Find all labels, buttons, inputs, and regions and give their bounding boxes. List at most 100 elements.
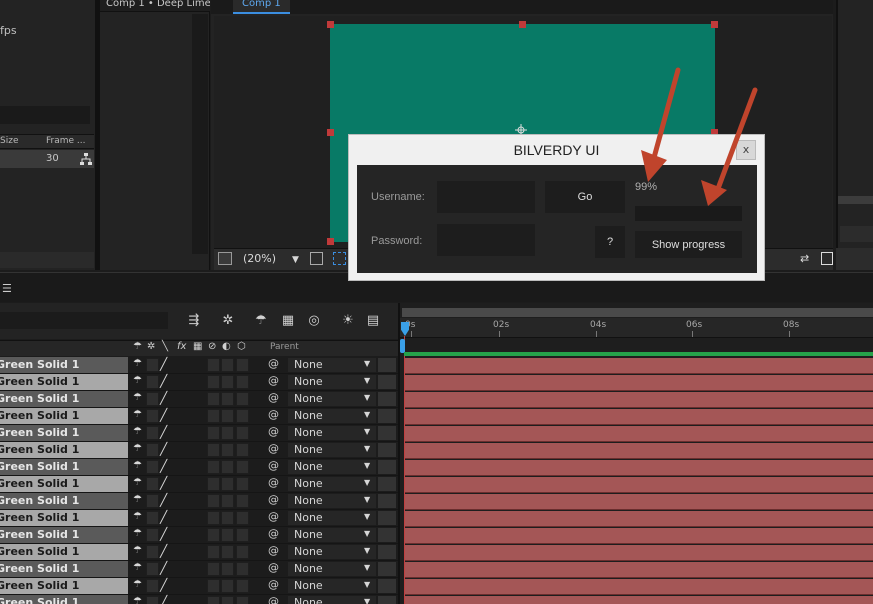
motion-blur-switch[interactable] xyxy=(207,460,220,474)
layer-name-cell[interactable]: Green Solid 1 xyxy=(0,510,128,526)
collapse-switch[interactable] xyxy=(146,358,159,372)
snapshot-icon[interactable] xyxy=(218,252,232,265)
quality-switch-icon[interactable]: ╱ xyxy=(160,544,167,558)
flowchart-scrollbar[interactable] xyxy=(192,14,208,254)
layer-row[interactable]: Green Solid 1 ☂ ╱ @ None ▼ xyxy=(0,408,398,425)
parent-pickwhip-icon[interactable]: @ xyxy=(268,561,279,574)
layer-row[interactable]: Green Solid 1 ☂ ╱ @ None ▼ xyxy=(0,544,398,561)
right-panel-field[interactable] xyxy=(840,226,873,242)
motion-blur-switch[interactable] xyxy=(207,528,220,542)
shy-switch-icon[interactable]: ☂ xyxy=(133,460,142,471)
parent-pickwhip-icon[interactable]: @ xyxy=(268,578,279,591)
3d-layer-switch[interactable] xyxy=(236,511,249,525)
parent-chevron-down-icon[interactable]: ▼ xyxy=(364,410,370,419)
right-panel-slider[interactable] xyxy=(838,196,873,204)
layer-name-cell[interactable]: Green Solid 1 xyxy=(0,391,128,407)
layer-duration-bar[interactable] xyxy=(405,392,873,408)
layer-name-cell[interactable]: Green Solid 1 xyxy=(0,459,128,475)
timeline-search-input[interactable] xyxy=(0,312,168,329)
layer-duration-bar[interactable] xyxy=(405,511,873,527)
quality-switch-icon[interactable]: ╱ xyxy=(160,408,167,422)
collapse-switch[interactable] xyxy=(146,392,159,406)
shy-layers-icon[interactable]: ☂ xyxy=(253,313,269,329)
collapse-switch[interactable] xyxy=(146,562,159,576)
adjustment-switch[interactable] xyxy=(221,528,234,542)
help-button[interactable]: ? xyxy=(595,226,625,258)
adjustment-switch[interactable] xyxy=(221,545,234,559)
column-frame[interactable]: Frame ... xyxy=(46,136,86,146)
collapse-switch[interactable] xyxy=(146,460,159,474)
motion-blur-switch[interactable] xyxy=(207,443,220,457)
shy-switch-icon[interactable]: ☂ xyxy=(133,358,142,369)
layer-row[interactable]: Green Solid 1 ☂ ╱ @ None ▼ xyxy=(0,459,398,476)
parent-pickwhip-icon[interactable]: @ xyxy=(268,595,279,604)
motion-blur-switch[interactable] xyxy=(207,426,220,440)
layer-duration-bar[interactable] xyxy=(405,562,873,578)
parent-chevron-down-icon[interactable]: ▼ xyxy=(364,529,370,538)
parent-chevron-down-icon[interactable]: ▼ xyxy=(364,359,370,368)
parent-pickwhip-icon[interactable]: @ xyxy=(268,374,279,387)
quality-switch-icon[interactable]: ╱ xyxy=(160,578,167,592)
zoom-chevron-down-icon[interactable]: ▼ xyxy=(292,255,299,265)
parent-pickwhip-icon[interactable]: @ xyxy=(268,408,279,421)
frame-blending-icon[interactable]: ▦ xyxy=(280,313,296,329)
layer-name-cell[interactable]: Green Solid 1 xyxy=(0,408,128,424)
layer-duration-bar[interactable] xyxy=(405,545,873,561)
transform-handle[interactable] xyxy=(327,238,334,245)
layer-duration-bar[interactable] xyxy=(405,358,873,374)
3d-layer-switch[interactable] xyxy=(236,545,249,559)
brainstorm-icon[interactable]: ☀ xyxy=(340,313,356,329)
zoom-select[interactable]: (20%) xyxy=(243,252,276,265)
effects-column-icon[interactable]: fx xyxy=(177,341,186,352)
parent-chevron-down-icon[interactable]: ▼ xyxy=(364,512,370,521)
layer-name-cell[interactable]: Green Solid 1 xyxy=(0,442,128,458)
transform-handle[interactable] xyxy=(327,21,334,28)
adjustment-switch[interactable] xyxy=(221,596,234,604)
3d-layer-switch[interactable] xyxy=(236,477,249,491)
quality-switch-icon[interactable]: ╱ xyxy=(160,374,167,388)
graph-editor-icon[interactable]: ▤ xyxy=(365,313,381,329)
quality-switch-icon[interactable]: ╱ xyxy=(160,391,167,405)
adjustment-switch[interactable] xyxy=(221,426,234,440)
layer-row[interactable]: Green Solid 1 ☂ ╱ @ None ▼ xyxy=(0,425,398,442)
layer-name-cell[interactable]: Green Solid 1 xyxy=(0,595,128,604)
adjustment-switch[interactable] xyxy=(221,375,234,389)
flowchart-icon[interactable] xyxy=(79,152,93,166)
parent-pickwhip-icon[interactable]: @ xyxy=(268,493,279,506)
layer-row[interactable]: Green Solid 1 ☂ ╱ @ None ▼ xyxy=(0,391,398,408)
shy-column-icon[interactable]: ☂ xyxy=(133,341,142,352)
quality-switch-icon[interactable]: ╱ xyxy=(160,357,167,371)
motion-blur-switch[interactable] xyxy=(207,511,220,525)
collapse-switch[interactable] xyxy=(146,528,159,542)
parent-chevron-down-icon[interactable]: ▼ xyxy=(364,461,370,470)
show-progress-button[interactable]: Show progress xyxy=(635,231,742,258)
adjustment-switch[interactable] xyxy=(221,494,234,508)
current-time-marker[interactable] xyxy=(400,339,405,353)
layer-row[interactable]: Green Solid 1 ☂ ╱ @ None ▼ xyxy=(0,442,398,459)
3d-layer-switch[interactable] xyxy=(236,562,249,576)
parent-pickwhip-icon[interactable]: @ xyxy=(268,459,279,472)
layer-duration-bar[interactable] xyxy=(405,426,873,442)
layer-name-cell[interactable]: Green Solid 1 xyxy=(0,544,128,560)
password-input[interactable] xyxy=(437,224,535,256)
draft-3d-icon[interactable]: ✲ xyxy=(220,313,236,329)
adjustment-column-icon[interactable]: ◐ xyxy=(222,341,231,352)
layer-duration-bar[interactable] xyxy=(405,375,873,391)
3d-layer-switch[interactable] xyxy=(236,494,249,508)
quality-switch-icon[interactable]: ╱ xyxy=(160,425,167,439)
parent-chevron-down-icon[interactable]: ▼ xyxy=(364,563,370,572)
grid-icon[interactable] xyxy=(310,252,323,265)
parent-chevron-down-icon[interactable]: ▼ xyxy=(364,495,370,504)
transform-handle[interactable] xyxy=(327,129,334,136)
parent-pickwhip-icon[interactable]: @ xyxy=(268,476,279,489)
parent-pickwhip-icon[interactable]: @ xyxy=(268,544,279,557)
quality-switch-icon[interactable]: ╱ xyxy=(160,442,167,456)
layer-name-cell[interactable]: Green Solid 1 xyxy=(0,357,128,373)
quality-switch-icon[interactable]: ╱ xyxy=(160,510,167,524)
3d-layer-switch[interactable] xyxy=(236,409,249,423)
shy-switch-icon[interactable]: ☂ xyxy=(133,579,142,590)
adjustment-switch[interactable] xyxy=(221,562,234,576)
3d-layer-switch[interactable] xyxy=(236,392,249,406)
quality-switch-icon[interactable]: ╱ xyxy=(160,527,167,541)
transform-handle[interactable] xyxy=(711,21,718,28)
